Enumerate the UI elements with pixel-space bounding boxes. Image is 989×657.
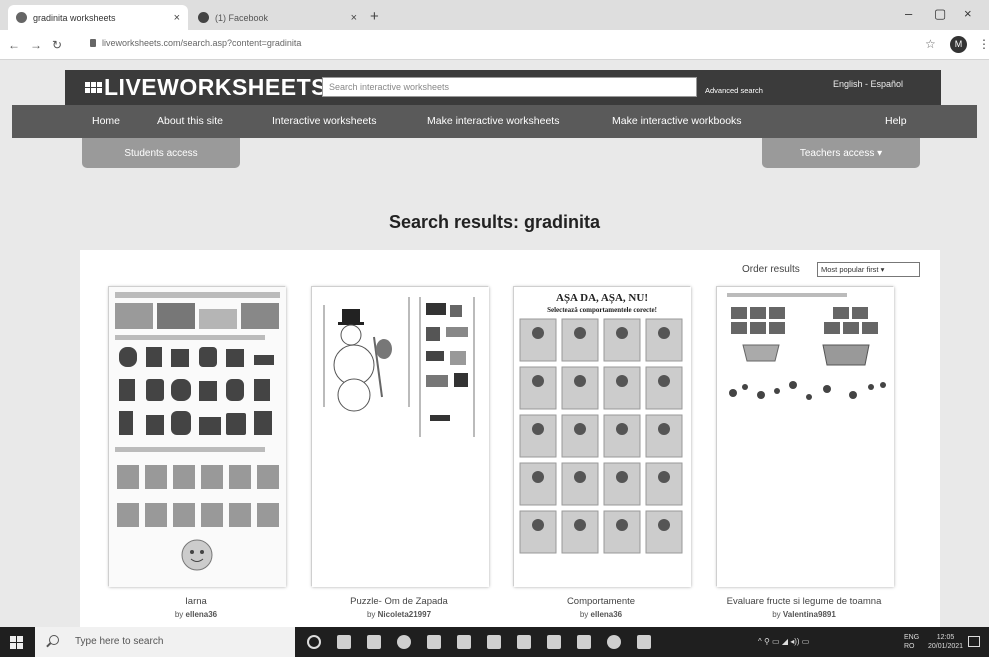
nav-make-workbooks[interactable]: Make interactive workbooks — [612, 115, 742, 127]
worksheet-card-comportamente[interactable]: AȘA DA, AȘA, NU! Selectează comportament… — [513, 286, 691, 587]
logo-text: LIVEWORKSHEETS — [104, 74, 327, 100]
language-region: RO — [904, 643, 915, 650]
worksheet-thumbnail — [717, 287, 894, 587]
tab-gradinita[interactable]: gradinita worksheets × — [8, 5, 188, 30]
search-icon[interactable] — [669, 76, 691, 96]
taskbar-search-placeholder: Type here to search — [75, 636, 164, 647]
site-header: LIVEWORKSHEETS Search interactive worksh… — [65, 70, 941, 105]
nav-interactive-worksheets[interactable]: Interactive worksheets — [272, 115, 376, 127]
thumb-heading: AȘA DA, AȘA, NU! — [556, 292, 648, 304]
worksheet-card-iarna[interactable] — [108, 286, 286, 587]
worksheet-thumbnail — [109, 287, 286, 587]
search-icon — [49, 635, 59, 645]
taskbar-search-box[interactable]: Type here to search — [35, 627, 295, 657]
worksheet-thumbnail: AȘA DA, AȘA, NU! Selectează comportament… — [514, 287, 691, 587]
author-name[interactable]: ellena36 — [591, 610, 623, 619]
worksheet-title[interactable]: Evaluare fructe si legume de toamna — [704, 596, 904, 607]
author-name[interactable]: Nicoleta21997 — [378, 610, 431, 619]
notifications-icon[interactable] — [968, 636, 980, 647]
worksheet-thumbnail — [312, 287, 489, 587]
author-name[interactable]: Valentina9891 — [783, 610, 836, 619]
back-icon[interactable]: ← — [8, 38, 20, 52]
author-prefix: by — [772, 610, 781, 619]
task-view-icon[interactable] — [337, 635, 351, 649]
tab-label: (1) Facebook — [215, 12, 269, 23]
worksheet-author: by ellena36 — [96, 610, 296, 619]
logo-grid-icon — [85, 82, 102, 93]
system-tray-icons[interactable]: ^ ⚲ ▭ ◢ ◂)) ▭ — [758, 637, 809, 646]
facebook-icon — [198, 12, 209, 23]
nav-home[interactable]: Home — [92, 115, 120, 127]
site-logo[interactable]: LIVEWORKSHEETS — [85, 74, 327, 101]
worksheet-title[interactable]: Puzzle- Om de Zapada — [299, 596, 499, 607]
close-tab-icon[interactable]: × — [351, 12, 357, 24]
worksheet-author: by ellena36 — [501, 610, 701, 619]
word-icon[interactable] — [637, 635, 651, 649]
cortana-icon[interactable] — [307, 635, 321, 649]
author-prefix: by — [366, 610, 376, 619]
order-select-value: Most popular first — [821, 265, 879, 274]
language-switch[interactable]: English - Español — [833, 79, 903, 89]
tab-facebook[interactable]: (1) Facebook × — [190, 5, 365, 30]
worksheet-search-input[interactable]: Search interactive worksheets — [322, 77, 697, 97]
site-favicon-icon — [16, 12, 27, 23]
url-text: liveworksheets.com/search.asp?content=gr… — [102, 38, 302, 48]
order-results-label: Order results — [742, 264, 800, 275]
worksheet-card-evaluare[interactable] — [716, 286, 894, 587]
browser-menu-icon[interactable]: ⋮ — [978, 37, 989, 51]
tab-label: gradinita worksheets — [33, 12, 116, 23]
order-results-select[interactable]: Most popular first ▾ — [817, 262, 920, 277]
clock-date: 20/01/2021 — [928, 643, 964, 650]
worksheet-author: by Valentina9891 — [704, 610, 904, 619]
author-name[interactable]: ellena36 — [186, 610, 218, 619]
profile-avatar[interactable]: M — [950, 36, 967, 53]
thumb-subheading: Selectează comportamentele corecte! — [547, 306, 657, 314]
advanced-search-link[interactable]: Advanced search — [705, 86, 763, 95]
store-icon[interactable] — [427, 635, 441, 649]
results-title: Search results: gradinita — [388, 212, 601, 232]
lock-icon — [90, 39, 96, 47]
nav-make-worksheets[interactable]: Make interactive worksheets — [427, 115, 559, 127]
address-bar: ← → ↻ liveworksheets.com/search.asp?cont… — [0, 30, 989, 60]
system-clock[interactable]: 12:05 20/01/2021 — [928, 633, 963, 651]
nav-help[interactable]: Help — [885, 115, 907, 127]
students-access-label: Students access — [124, 147, 198, 159]
bookmark-star-icon[interactable]: ☆ — [925, 37, 936, 51]
minimize-button[interactable]: – — [905, 6, 912, 21]
forward-icon[interactable]: → — [30, 38, 42, 52]
new-tab-button[interactable]: + — [370, 8, 379, 25]
students-access-button[interactable]: Students access — [82, 138, 240, 168]
clock-time: 12:05 — [936, 634, 955, 641]
chrome-icon[interactable] — [607, 635, 621, 649]
teachers-access-button[interactable]: Teachers access ▾ — [762, 138, 920, 168]
teachers-access-label: Teachers access ▾ — [799, 147, 883, 159]
maximize-button[interactable]: ▢ — [934, 6, 946, 22]
onenote-icon[interactable] — [517, 635, 531, 649]
browser-tab-bar: gradinita worksheets × (1) Facebook × + … — [0, 0, 989, 30]
worksheet-title[interactable]: Comportamente — [501, 596, 701, 607]
nav-about[interactable]: About this site — [157, 115, 223, 127]
worksheet-card-puzzle[interactable] — [311, 286, 489, 587]
url-field[interactable]: liveworksheets.com/search.asp?content=gr… — [90, 38, 301, 48]
author-prefix: by — [579, 610, 589, 619]
access-icon[interactable] — [457, 635, 471, 649]
close-tab-icon[interactable]: × — [174, 12, 180, 24]
main-nav: Home About this site Interactive workshe… — [12, 105, 977, 138]
windows-taskbar: Type here to search ^ ⚲ ▭ ◢ ◂)) ▭ ENG RO… — [0, 627, 989, 657]
powerpoint-icon[interactable] — [577, 635, 591, 649]
excel-icon[interactable] — [487, 635, 501, 649]
edge-icon[interactable] — [397, 635, 411, 649]
reload-icon[interactable]: ↻ — [52, 38, 62, 52]
close-window-button[interactable]: × — [964, 6, 972, 21]
input-language[interactable]: ENG RO — [904, 633, 919, 651]
worksheet-author: by Nicoleta21997 — [299, 610, 499, 619]
windows-start-icon[interactable] — [10, 636, 23, 649]
publisher-icon[interactable] — [547, 635, 561, 649]
worksheet-title[interactable]: Iarna — [96, 596, 296, 607]
author-prefix: by — [174, 610, 184, 619]
file-explorer-icon[interactable] — [367, 635, 381, 649]
language-code: ENG — [904, 634, 920, 641]
search-placeholder: Search interactive worksheets — [329, 82, 450, 92]
